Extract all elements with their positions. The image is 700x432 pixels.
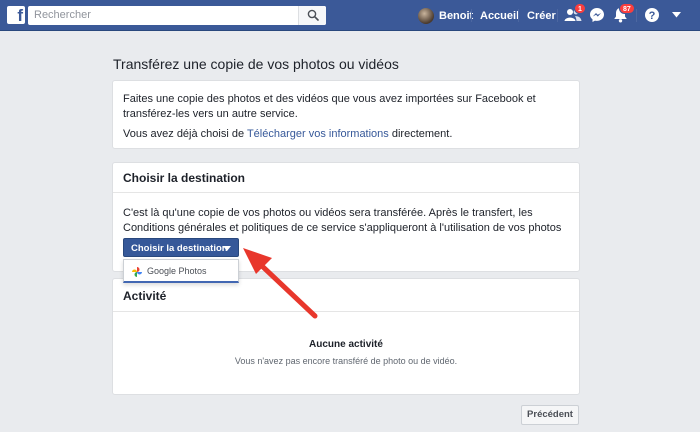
previous-button[interactable]: Précédent	[521, 405, 579, 425]
search-button[interactable]	[298, 6, 326, 25]
help-icon[interactable]: ?	[644, 7, 660, 23]
notifications-badge: 87	[619, 3, 635, 14]
messenger-icon[interactable]	[589, 7, 605, 23]
download-info-link[interactable]: Télécharger vos informations	[247, 128, 389, 140]
activity-card: Activité Aucune activité Vous n'avez pas…	[112, 278, 580, 395]
google-photos-label: Google Photos	[147, 266, 207, 276]
top-navigation-bar: f Rechercher Benoit Accueil Créer 1 87 ?	[0, 0, 700, 31]
download-info-prefix: Vous avez déjà choisi de	[123, 128, 247, 140]
create-label: Créer	[527, 9, 556, 22]
caret-down-icon	[223, 246, 231, 251]
google-photos-icon	[132, 267, 142, 277]
intro-card: Faites une copie des photos et des vidéo…	[112, 80, 580, 149]
intro-text: Faites une copie des photos et des vidéo…	[123, 93, 536, 120]
nav-divider	[518, 9, 519, 22]
empty-activity-subtitle: Vous n'avez pas encore transféré de phot…	[234, 356, 458, 366]
destination-dropdown-menu: Google Photos	[123, 259, 239, 283]
destination-header: Choisir la destination	[113, 163, 579, 193]
empty-activity-title: Aucune activité	[309, 339, 383, 350]
choose-destination-button[interactable]: Choisir la destination	[123, 238, 239, 257]
destination-heading: Choisir la destination	[123, 171, 246, 185]
download-info-suffix: directement.	[388, 128, 453, 140]
svg-text:?: ?	[649, 10, 656, 22]
search-placeholder: Rechercher	[34, 9, 91, 21]
search-input[interactable]: Rechercher	[28, 6, 326, 25]
download-info-text: Vous avez déjà choisi de Télécharger vos…	[123, 127, 452, 142]
user-name: Benoit	[439, 9, 474, 22]
choose-destination-label: Choisir la destination	[131, 243, 228, 254]
page-title: Transférez une copie de vos photos ou vi…	[113, 56, 399, 72]
activity-header: Activité	[113, 279, 579, 312]
create-link[interactable]: Créer	[527, 0, 556, 31]
profile-link[interactable]: Benoit	[418, 0, 473, 31]
home-link[interactable]: Accueil	[480, 0, 519, 31]
activity-heading: Activité	[123, 289, 167, 303]
search-icon	[307, 9, 319, 21]
nav-divider	[636, 9, 637, 22]
facebook-logo-icon[interactable]: f	[7, 6, 25, 25]
account-menu-icon[interactable]	[672, 12, 681, 18]
nav-divider	[471, 9, 472, 22]
friend-requests-badge: 1	[574, 3, 586, 14]
avatar	[418, 7, 434, 24]
home-label: Accueil	[480, 9, 520, 22]
nav-divider	[557, 9, 558, 22]
